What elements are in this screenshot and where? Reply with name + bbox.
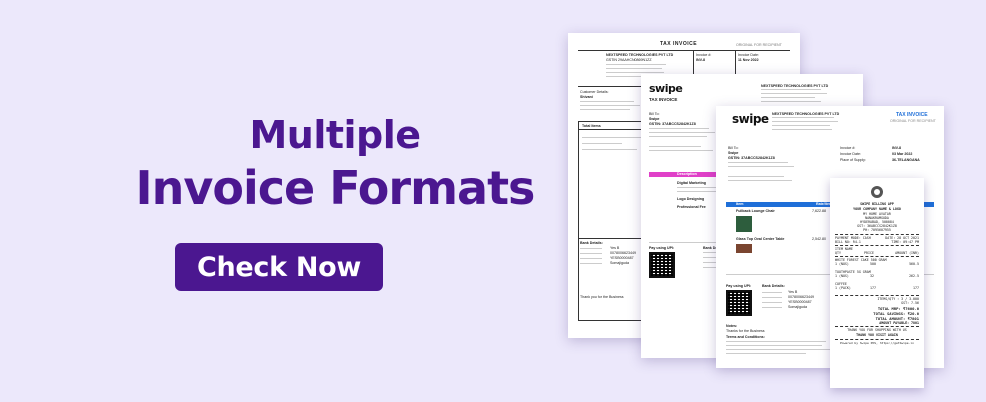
terms-label: Terms and Conditions: bbox=[726, 335, 765, 339]
shop-logo-icon bbox=[871, 186, 883, 198]
receipt-item-2-qty: 1 (NOS) bbox=[835, 274, 849, 278]
item-2-price: 2,542.80 bbox=[812, 237, 826, 241]
company-gstin: GSTIN 29AAHCN0869N1ZZ bbox=[606, 58, 652, 62]
ifsc-code: YESB0000487 bbox=[610, 256, 634, 260]
pos-receipt: SWIPE BILLING APP YOUR COMPANY NAME & LO… bbox=[830, 178, 924, 388]
invoice-date-label: Invoice Date: bbox=[840, 152, 861, 156]
item-2-name: Glass Top Oval Center Table bbox=[736, 237, 785, 241]
place-of-supply-label: Place of Supply: bbox=[840, 158, 866, 162]
place-of-supply: 36-TELANGANA bbox=[892, 158, 920, 162]
item-2: Logo Designing bbox=[677, 197, 705, 201]
receipt-item-3-price: 177 bbox=[870, 286, 876, 290]
column-item: Item bbox=[736, 202, 744, 206]
invoice-title: TAX INVOICE bbox=[660, 41, 698, 47]
invoice-copy: ORIGINAL FOR RECIPIENT bbox=[736, 43, 782, 47]
column-description: Description bbox=[677, 172, 697, 176]
receipt-col-qty: QTY bbox=[835, 251, 841, 255]
receipt-item-3-qty: 1 (PACK) bbox=[835, 286, 851, 290]
account-number: 0078006623449 bbox=[610, 251, 636, 255]
total-items-label: Total Items bbox=[582, 124, 601, 128]
swipe-logo: swipe bbox=[649, 82, 683, 95]
bill-to-label: Bill To: bbox=[649, 112, 660, 116]
receipt-amount-payable: AMOUNT PAYABLE: 7801 bbox=[879, 321, 919, 325]
pay-using-upi-label: Pay using UPI: bbox=[649, 246, 675, 250]
bank-name: Yes B bbox=[788, 290, 798, 294]
upi-qr-code bbox=[649, 252, 675, 278]
item-1-name: Fullback Lounge Chair bbox=[736, 209, 775, 213]
receipt-item-2-price: 32 bbox=[870, 274, 874, 278]
chair-photo bbox=[736, 216, 752, 232]
invoice-date: 11 Nov 2022 bbox=[738, 58, 759, 62]
branch-name: Somajiguda bbox=[788, 305, 807, 309]
company-name: NEXTSPEED TECHNOLOGIES PVT LTD bbox=[772, 112, 840, 116]
receipt-footer: Powered by Swipe POS, https://getSwipe.i… bbox=[839, 341, 915, 345]
invoice-title: TAX INVOICE bbox=[896, 112, 928, 118]
bill-to-label: Bill To: bbox=[728, 146, 739, 150]
invoice-number-label: Invoice #: bbox=[840, 146, 856, 150]
account-number: 0078006623449 bbox=[788, 295, 814, 299]
receipt-thanks-2: THANK YOU VISIT AGAIN bbox=[856, 333, 898, 337]
customer-name: Shivani bbox=[580, 95, 593, 99]
customer-gstin: GSTIN: 37ABCCS2842K1Z8 bbox=[649, 122, 696, 126]
invoice-date: 03 Mar 2022 bbox=[892, 152, 913, 156]
invoice-number: INV-8 bbox=[696, 58, 705, 62]
receipt-item-2-amount: 262.5 bbox=[909, 274, 919, 278]
invoice-date-label: Invoice Date: bbox=[738, 53, 759, 57]
bank-details-label: Bank Details: bbox=[762, 284, 785, 288]
item-1-price: 7,622.88 bbox=[812, 209, 826, 213]
receipt-item-3-amount: 177 bbox=[913, 286, 919, 290]
receipt-item-1-amount: 560.5 bbox=[909, 262, 919, 266]
notes-label: Notes: bbox=[726, 324, 738, 328]
customer-label: Customer Details: bbox=[580, 90, 609, 94]
swipe-logo: swipe bbox=[732, 112, 769, 126]
company-name: NEXTSPEED TECHNOLOGIES PVT LTD bbox=[606, 53, 674, 57]
receipt-item-1-qty: 1 (NOS) bbox=[835, 262, 849, 266]
receipt-item-1-price: 500 bbox=[870, 262, 876, 266]
customer-name: Swipe bbox=[728, 151, 739, 155]
invoice-number-label: Invoice #: bbox=[696, 53, 712, 57]
branch-name: Somajiguda bbox=[610, 261, 629, 265]
ifsc-code: YESB0000487 bbox=[788, 300, 812, 304]
pay-using-upi-label: Pay using UPI: bbox=[726, 284, 752, 288]
receipt-col-price: PRICE bbox=[864, 251, 874, 255]
invoice-title: TAX INVOICE bbox=[649, 97, 678, 102]
bank-name: Yes B bbox=[610, 246, 620, 250]
customer-gstin: GSTIN: 37ABCCS2842K1Z8 bbox=[728, 156, 775, 160]
invoice-number: INV-8 bbox=[892, 146, 901, 150]
table-photo bbox=[736, 244, 752, 253]
check-now-button[interactable]: Check Now bbox=[175, 243, 383, 291]
receipt-time: TIME: 09:47 PM bbox=[891, 240, 919, 244]
invoice-notes: Thank you for the Business bbox=[580, 295, 624, 299]
bank-details-label: Bank Details: bbox=[580, 241, 603, 245]
receipt-gst-total: GST: 7.56 bbox=[901, 301, 919, 305]
receipt-phone: PH: 7095607955 bbox=[863, 228, 891, 232]
customer-name: Swipe bbox=[649, 117, 660, 121]
invoice-copy: ORIGINAL FOR RECIPIENT bbox=[890, 119, 936, 123]
headline-line-1: Multiple bbox=[249, 113, 421, 157]
receipt-bill-number: BILL NO: R4-1 bbox=[835, 240, 861, 244]
notes-text: Thanks for the Business bbox=[726, 329, 765, 333]
company-name: NEXTSPEED TECHNOLOGIES PVT LTD bbox=[761, 84, 829, 88]
headline-line-2: Invoice Formats bbox=[135, 161, 536, 215]
item-3: Professional Fee bbox=[677, 205, 706, 209]
item-1: Digital Marketing bbox=[677, 181, 706, 185]
upi-qr-code bbox=[726, 290, 752, 316]
receipt-col-amount: AMOUNT (INR) bbox=[895, 251, 919, 255]
